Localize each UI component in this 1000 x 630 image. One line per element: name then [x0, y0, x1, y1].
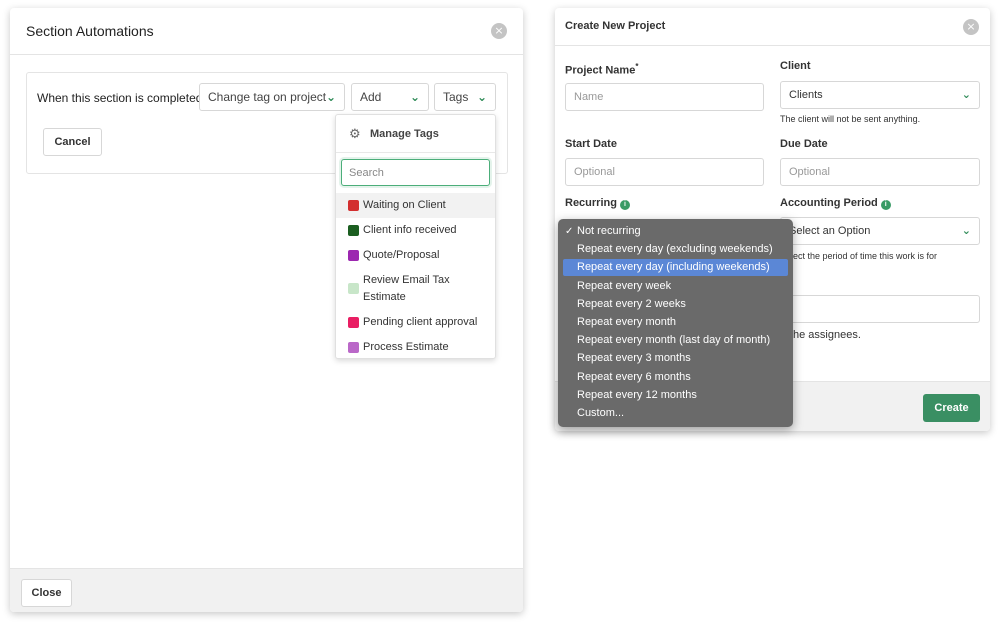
- recurring-option-label: Repeat every 6 months: [577, 371, 691, 383]
- close-button[interactable]: Close: [21, 579, 72, 607]
- tag-color-swatch: [348, 342, 359, 353]
- add-select[interactable]: Add ⌄: [351, 83, 429, 111]
- modal-title: Create New Project: [565, 20, 666, 32]
- tags-select-value: Tags: [443, 90, 469, 104]
- tag-search-input[interactable]: [341, 159, 490, 186]
- accounting-period-label-text: Accounting Period: [780, 197, 878, 209]
- create-button[interactable]: Create: [923, 394, 980, 422]
- recurring-label-text: Recurring: [565, 197, 617, 209]
- recurring-option-label: Repeat every day (excluding weekends): [577, 243, 773, 255]
- tags-select[interactable]: Tags ⌄: [434, 83, 496, 111]
- tag-color-swatch: [348, 250, 359, 261]
- project-name-label-text: Project Name: [565, 64, 636, 77]
- recurring-option[interactable]: Repeat every day (excluding weekends): [563, 241, 788, 258]
- tag-color-swatch: [348, 283, 359, 294]
- modal-title: Section Automations: [26, 23, 154, 39]
- close-icon[interactable]: ×: [491, 23, 507, 39]
- cancel-button[interactable]: Cancel: [43, 128, 102, 156]
- tag-color-swatch: [348, 225, 359, 236]
- gear-icon: ⚙: [349, 127, 361, 142]
- modal-header: Section Automations ×: [10, 8, 523, 55]
- action-select-value: Change tag on project: [208, 90, 327, 104]
- recurring-option[interactable]: Repeat every week: [563, 278, 788, 295]
- accounting-period-value: Select an Option: [789, 225, 871, 237]
- accounting-period-hint: ect the period of time this work is for: [793, 251, 938, 261]
- modal-header: Create New Project ×: [555, 8, 990, 46]
- modal-footer: Close: [10, 568, 523, 612]
- recurring-option-label: Repeat every 3 months: [577, 352, 691, 364]
- checkmark-icon: ✓: [565, 226, 574, 237]
- recurring-option[interactable]: ✓ Not recurring: [563, 223, 788, 240]
- tags-dropdown: ⚙ Manage Tags Waiting on Client Client i…: [335, 114, 496, 359]
- recurring-option-label: Repeat every day (including weekends): [577, 261, 770, 273]
- start-date-label: Start Date: [565, 138, 617, 150]
- recurring-option[interactable]: Repeat every day (including weekends): [563, 259, 788, 276]
- recurring-option[interactable]: Repeat every 3 months: [563, 350, 788, 367]
- accounting-period-label: Accounting Period i: [780, 197, 891, 210]
- chevron-down-icon: ⌄: [409, 90, 420, 104]
- tag-color-swatch: [348, 317, 359, 328]
- tag-label: Quote/Proposal: [363, 249, 440, 261]
- chevron-down-icon: ⌄: [325, 90, 336, 104]
- assignee-hint: he assignees.: [793, 329, 861, 341]
- project-name-label: Project Name*: [565, 62, 638, 77]
- accounting-period-select[interactable]: Select an Option ⌄: [780, 217, 980, 245]
- recurring-option[interactable]: Repeat every month (last day of month): [563, 332, 788, 349]
- assignee-input[interactable]: [780, 295, 980, 323]
- recurring-option[interactable]: Repeat every 6 months: [563, 369, 788, 386]
- recurring-label: Recurring i: [565, 197, 630, 210]
- tag-item[interactable]: Pending client approval: [336, 310, 495, 335]
- tag-label: Waiting on Client: [363, 199, 446, 211]
- info-icon[interactable]: i: [880, 200, 891, 210]
- chevron-down-icon: ⌄: [476, 90, 487, 104]
- client-hint: The client will not be sent anything.: [780, 114, 921, 124]
- recurring-option-label: Not recurring: [577, 225, 641, 237]
- client-select[interactable]: Clients ⌄: [780, 81, 980, 109]
- recurring-option[interactable]: Custom...: [563, 405, 788, 422]
- project-name-input[interactable]: Name: [565, 83, 764, 111]
- tag-item[interactable]: Review Email Tax Estimate: [336, 268, 495, 310]
- recurring-options-menu: ✓ Not recurring Repeat every day (excludi…: [558, 219, 793, 427]
- manage-tags-label: Manage Tags: [370, 128, 439, 140]
- add-select-value: Add: [360, 90, 382, 104]
- chevron-down-icon: ⌄: [961, 224, 971, 237]
- recurring-option-label: Repeat every month (last day of month): [577, 334, 771, 346]
- recurring-option-label: Repeat every month: [577, 316, 677, 328]
- client-select-value: Clients: [789, 89, 823, 101]
- trigger-label: When this section is completed: [37, 91, 203, 105]
- tag-item[interactable]: Process Estimate: [336, 335, 495, 358]
- manage-tags-row[interactable]: ⚙ Manage Tags: [336, 115, 495, 153]
- tag-label: Process Estimate: [363, 341, 449, 353]
- recurring-option-label: Repeat every week: [577, 280, 672, 292]
- recurring-option-label: Repeat every 2 weeks: [577, 298, 686, 310]
- tag-item[interactable]: Client info received: [336, 218, 495, 243]
- action-select[interactable]: Change tag on project ⌄: [199, 83, 345, 111]
- recurring-option[interactable]: Repeat every month: [563, 314, 788, 331]
- tag-item[interactable]: Quote/Proposal: [336, 243, 495, 268]
- chevron-down-icon: ⌄: [961, 88, 971, 101]
- tag-item[interactable]: Waiting on Client: [336, 193, 495, 218]
- recurring-option[interactable]: Repeat every 12 months: [563, 387, 788, 404]
- client-label: Client: [780, 60, 811, 72]
- recurring-option[interactable]: Repeat every 2 weeks: [563, 296, 788, 313]
- tag-label: Pending client approval: [363, 316, 478, 328]
- due-date-label: Due Date: [780, 138, 828, 150]
- required-mark: *: [635, 62, 639, 71]
- tag-label: Client info received: [363, 224, 457, 236]
- recurring-option-label: Custom...: [577, 407, 625, 419]
- recurring-option-label: Repeat every 12 months: [577, 389, 697, 401]
- start-date-input[interactable]: Optional: [565, 158, 764, 186]
- tag-label: Review Email Tax Estimate: [363, 274, 450, 303]
- info-icon[interactable]: i: [619, 200, 630, 210]
- tag-color-swatch: [348, 200, 359, 211]
- close-icon[interactable]: ×: [963, 19, 979, 35]
- due-date-input[interactable]: Optional: [780, 158, 980, 186]
